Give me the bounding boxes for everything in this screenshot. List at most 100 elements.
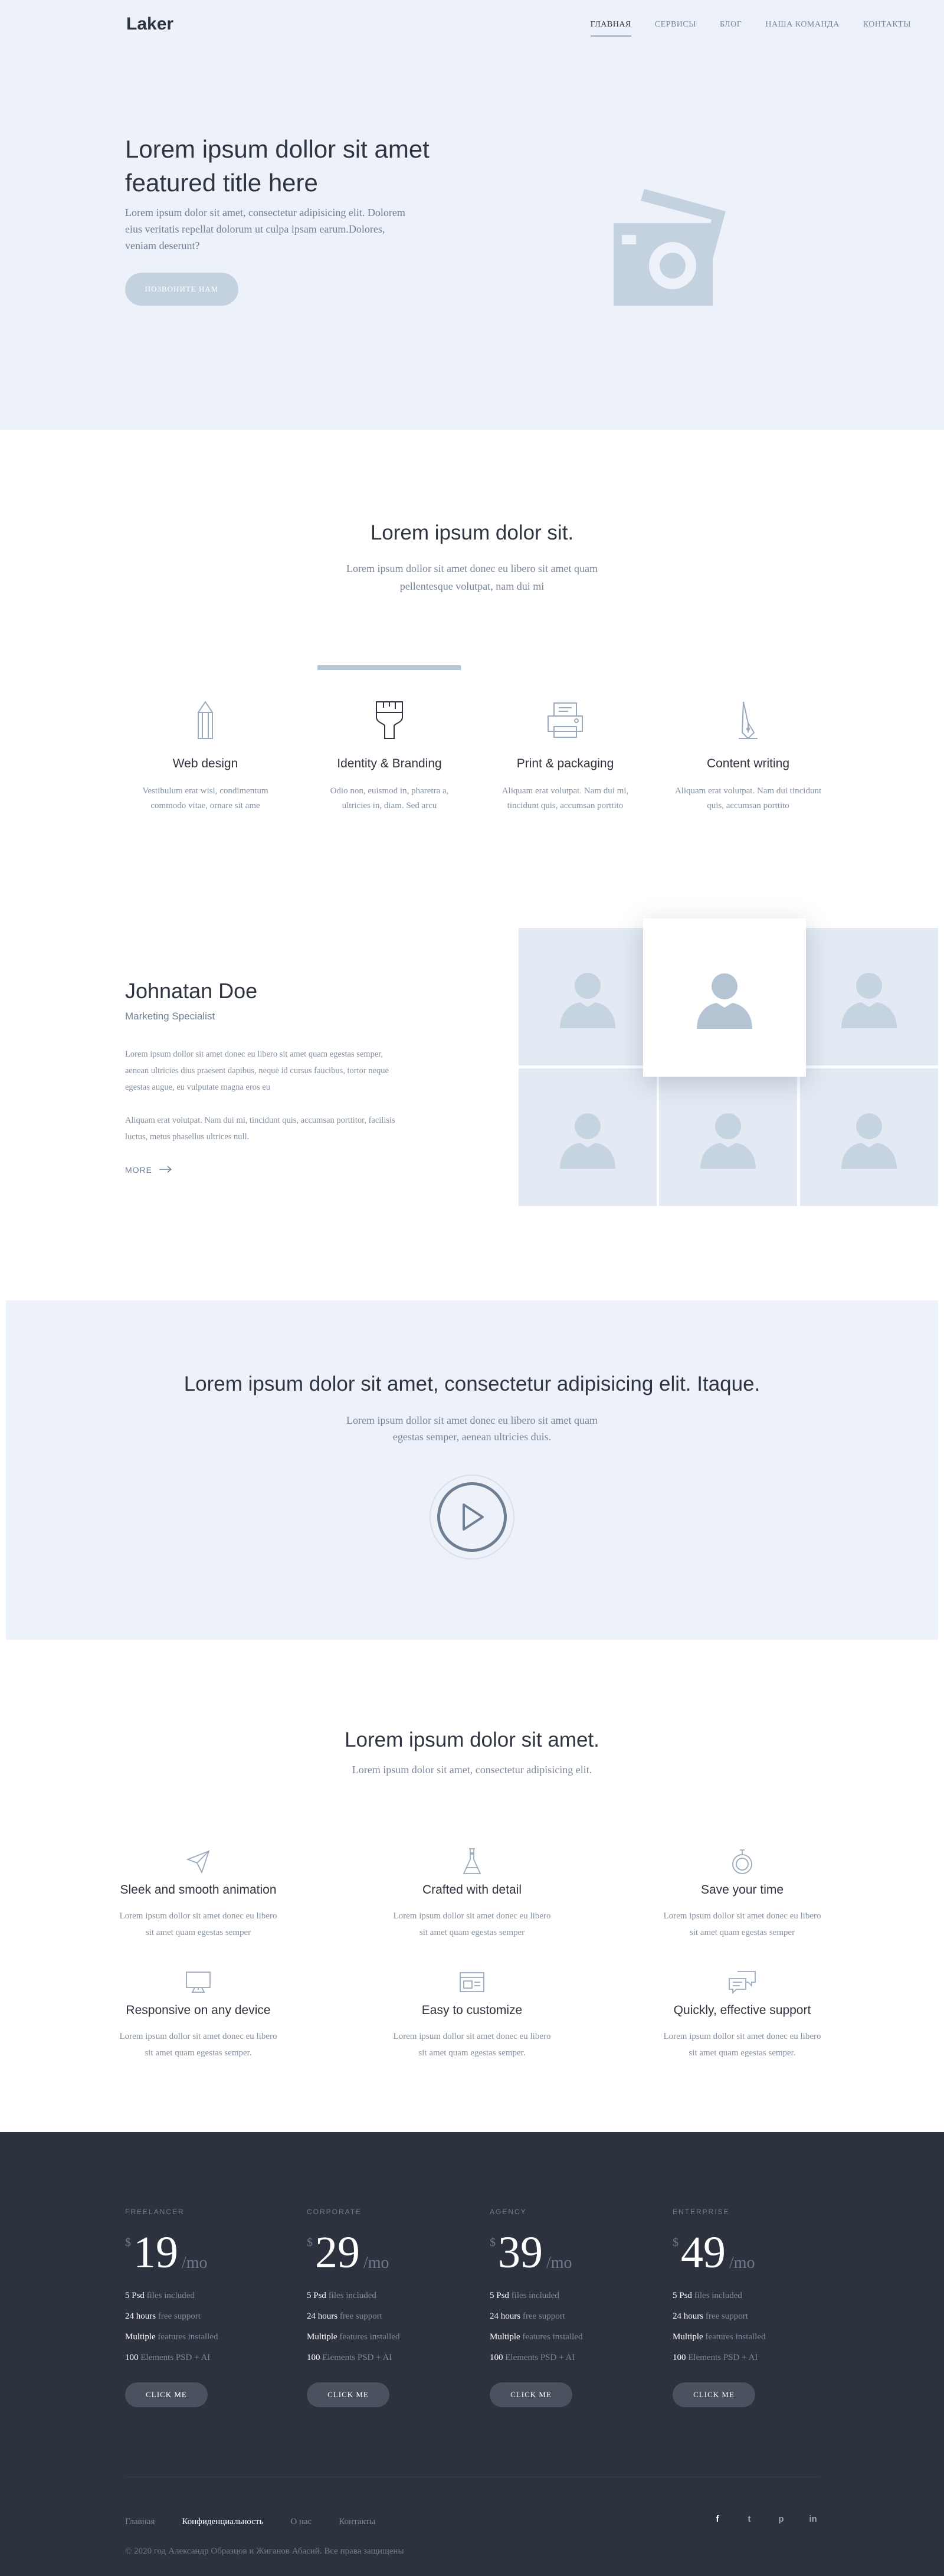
plan-price: $ 19 /mo [125, 2228, 290, 2277]
service-title: Print & packaging [516, 757, 614, 770]
feature-item: Responsive on any device Lorem ipsum dol… [98, 1967, 299, 2061]
footer-link-contacts[interactable]: Контакты [339, 2517, 375, 2527]
plan-feature: Multiple features installed [673, 2332, 766, 2342]
plan-name: ENTERPRISE [673, 2208, 730, 2216]
twitter-icon[interactable]: t [743, 2513, 755, 2525]
play-button[interactable] [430, 1475, 514, 1560]
service-card-print: Print & packaging Aliquam erat volutpat.… [477, 697, 654, 813]
feature-text: Lorem ipsum dollor sit amet donec eu lib… [663, 1911, 821, 1937]
profile-role: Marketing Specialist [125, 1011, 215, 1022]
person-silhouette-icon [700, 1113, 756, 1169]
paper-plane-icon [98, 1846, 299, 1877]
plan-feature: 5 Psd files included [490, 2291, 559, 2300]
currency-symbol: $ [125, 2236, 131, 2249]
camera-photos-icon [608, 177, 749, 316]
pinterest-icon[interactable]: p [775, 2513, 787, 2525]
social-links: f t p in [712, 2513, 819, 2525]
plan-features: 5 Psd files included 24 hours free suppo… [307, 2286, 472, 2368]
team-photo[interactable] [519, 1068, 657, 1206]
plan-price: $ 49 /mo [673, 2228, 838, 2277]
services-title: Lorem ipsum dolor sit. [370, 521, 574, 544]
hero-title: Lorem ipsum dollor sit amet featured tit… [125, 135, 430, 197]
pricing-plan-corporate: CORPORATE $ 29 /mo 5 Psd files included … [307, 2208, 472, 2407]
feature-text: Lorem ipsum dollor sit amet donec eu lib… [119, 2032, 277, 2058]
more-link[interactable]: MORE [125, 1165, 172, 1175]
site-logo[interactable]: Laker [126, 14, 173, 34]
plan-feature: 100 Elements PSD + AI [490, 2353, 575, 2362]
pencil-icon [117, 697, 294, 744]
service-card-web-design: Web design Vestibulum erat wisi, condime… [117, 697, 294, 813]
printer-icon [477, 697, 654, 744]
plan-feature: 5 Psd files included [307, 2291, 376, 2300]
nav-item-home[interactable]: ГЛАВНАЯ [590, 20, 631, 37]
plan-feature: Multiple features installed [490, 2332, 583, 2342]
video-section [6, 1300, 938, 1640]
nav-item-contacts[interactable]: КОНТАКТЫ [863, 20, 911, 37]
footer-link-privacy[interactable]: Конфиденциальность [182, 2517, 263, 2527]
flask-icon [372, 1846, 572, 1877]
feature-title: Save your time [700, 1883, 784, 1897]
plan-price: $ 29 /mo [307, 2228, 472, 2277]
service-card-writing: Content writing Aliquam erat volutpat. N… [660, 697, 837, 813]
profile-name: Johnatan Doe [125, 979, 258, 1003]
plan-feature: Multiple features installed [125, 2332, 218, 2342]
plan-select-button[interactable]: CLICK ME [125, 2382, 208, 2407]
plan-feature: 24 hours free support [673, 2312, 748, 2321]
feature-title: Sleek and smooth animation [120, 1883, 277, 1897]
person-silhouette-icon [560, 972, 615, 1028]
linkedin-icon[interactable]: in [807, 2513, 819, 2525]
price-period: /mo [729, 2254, 755, 2272]
plan-feature: 100 Elements PSD + AI [673, 2353, 758, 2362]
more-label: MORE [125, 1165, 152, 1175]
plan-select-button[interactable]: CLICK ME [673, 2382, 755, 2407]
nav-item-team[interactable]: НАША КОМАНДА [765, 20, 839, 37]
copyright: © 2020 год Александр Образцов и Жиганов … [125, 2546, 404, 2556]
team-photo-featured[interactable] [643, 918, 806, 1077]
team-photo[interactable] [800, 928, 938, 1065]
pricing-plan-enterprise: ENTERPRISE $ 49 /mo 5 Psd files included… [673, 2208, 838, 2407]
service-title: Identity & Branding [337, 757, 442, 770]
team-photo[interactable] [800, 1068, 938, 1206]
feature-text: Lorem ipsum dollor sit amet donec eu lib… [663, 2032, 821, 2058]
plan-features: 5 Psd files included 24 hours free suppo… [490, 2286, 655, 2368]
person-silhouette-icon [841, 1113, 897, 1169]
service-title: Content writing [706, 757, 790, 770]
nav-item-services[interactable]: СЕРВИСЫ [655, 20, 696, 37]
plan-select-button[interactable]: CLICK ME [307, 2382, 389, 2407]
price-amount: 19 [133, 2228, 178, 2277]
feature-item: Easy to customize Lorem ipsum dollor sit… [372, 1967, 572, 2061]
plan-features: 5 Psd files included 24 hours free suppo… [673, 2286, 838, 2368]
price-period: /mo [546, 2254, 572, 2272]
feature-text: Lorem ipsum dollor sit amet donec eu lib… [393, 2032, 551, 2058]
plan-features: 5 Psd files included 24 hours free suppo… [125, 2286, 290, 2368]
hero-subtitle: Lorem ipsum dolor sit amet, consectetur … [125, 207, 405, 251]
video-subtitle: Lorem ipsum dollor sit amet donec eu lib… [346, 1414, 598, 1443]
feature-text: Lorem ipsum dollor sit amet donec eu lib… [119, 1911, 277, 1937]
call-us-button[interactable]: ПОЗВОНИТЕ НАМ [125, 273, 238, 306]
plan-feature: 24 hours free support [125, 2312, 201, 2321]
feature-item: Quickly, effective support Lorem ipsum d… [642, 1967, 843, 2061]
profile-text: Aliquam erat volutpat. Nam dui mi, tinci… [125, 1116, 395, 1142]
footer-nav: Главная Конфиденциальность О нас Контакт… [125, 2517, 375, 2527]
paint-brush-icon [301, 697, 478, 744]
profile-text: Lorem ipsum dollor sit amet donec eu lib… [125, 1050, 389, 1092]
plan-price: $ 39 /mo [490, 2228, 655, 2277]
team-photo[interactable] [519, 928, 657, 1065]
monitor-icon [98, 1967, 299, 1998]
pricing-plan-freelancer: FREELANCER $ 19 /mo 5 Psd files included… [125, 2208, 290, 2407]
plan-feature: 100 Elements PSD + AI [125, 2353, 211, 2362]
hero-section: Laker ГЛАВНАЯ СЕРВИСЫ БЛОГ НАША КОМАНДА … [0, 0, 944, 430]
currency-symbol: $ [673, 2236, 678, 2249]
footer-link-home[interactable]: Главная [125, 2517, 155, 2527]
currency-symbol: $ [307, 2236, 313, 2249]
plan-select-button[interactable]: CLICK ME [490, 2382, 572, 2407]
stopwatch-icon [642, 1846, 843, 1877]
person-silhouette-icon [697, 973, 752, 1029]
nav-item-blog[interactable]: БЛОГ [720, 20, 742, 37]
main-nav: ГЛАВНАЯ СЕРВИСЫ БЛОГ НАША КОМАНДА КОНТАК… [590, 20, 911, 37]
team-photo[interactable] [659, 1068, 797, 1206]
facebook-icon[interactable]: f [712, 2513, 723, 2525]
service-text: Aliquam erat volutpat. Nam dui tincidunt… [674, 786, 822, 810]
feature-title: Responsive on any device [126, 2003, 271, 2017]
footer-link-about[interactable]: О нас [290, 2517, 312, 2527]
